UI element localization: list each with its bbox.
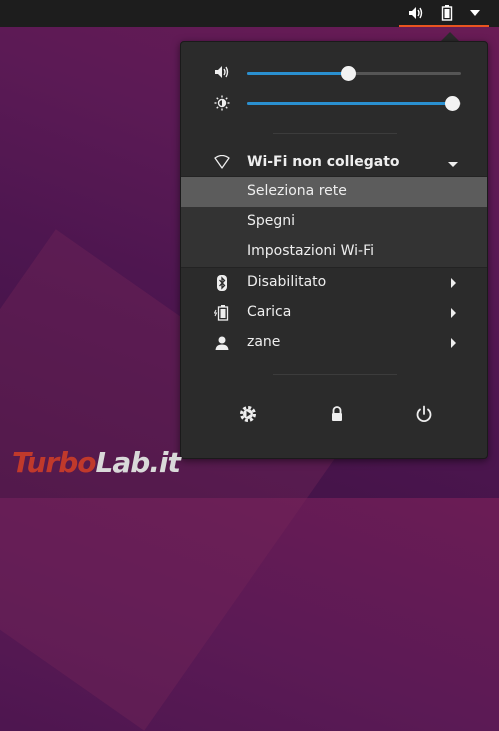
wifi-turn-off-item[interactable]: Spegni <box>181 207 487 237</box>
battery-icon[interactable] <box>441 4 453 21</box>
watermark-part1: Turbo <box>12 446 97 479</box>
top-bar <box>0 0 499 27</box>
brightness-slider-knob[interactable] <box>445 96 461 111</box>
wifi-label: Wi-Fi non collegato <box>247 154 400 170</box>
user-icon <box>214 335 230 351</box>
volume-slider-row <box>181 61 487 85</box>
settings-button[interactable] <box>238 404 260 426</box>
brightness-slider-fill <box>247 102 453 105</box>
battery-label: Carica <box>247 304 292 320</box>
volume-slider-knob[interactable] <box>340 66 356 81</box>
power-button[interactable] <box>414 404 436 426</box>
chevron-down-icon <box>448 157 458 173</box>
power-icon <box>414 405 434 428</box>
lock-button[interactable] <box>327 404 349 426</box>
separator <box>273 133 397 134</box>
battery-row[interactable]: Carica <box>181 298 487 328</box>
speaker-icon[interactable] <box>408 6 424 20</box>
system-menu: Wi-Fi non collegato Seleziona rete Spegn… <box>180 41 488 459</box>
wifi-submenu: Seleziona rete Spegni Impostazioni Wi-Fi <box>181 176 487 268</box>
dropdown-triangle-icon[interactable] <box>470 9 481 16</box>
chevron-right-icon <box>448 277 458 293</box>
lock-icon <box>327 406 347 428</box>
menu-item-label: Impostazioni Wi-Fi <box>247 243 374 259</box>
wifi-row[interactable]: Wi-Fi non collegato <box>181 148 487 178</box>
brightness-slider[interactable] <box>247 96 461 111</box>
menu-item-label: Spegni <box>247 213 296 229</box>
watermark-logo: TurboLab.it <box>12 446 181 479</box>
volume-slider[interactable] <box>247 66 461 81</box>
menu-item-label: Seleziona rete <box>247 183 347 199</box>
bluetooth-row[interactable]: Disabilitato <box>181 268 487 298</box>
wifi-select-network-item[interactable]: Seleziona rete <box>181 177 487 207</box>
speaker-icon <box>214 65 230 83</box>
brightness-slider-row <box>181 91 487 115</box>
bluetooth-icon <box>214 275 230 291</box>
chevron-right-icon <box>448 307 458 323</box>
system-tray[interactable] <box>399 0 489 27</box>
watermark-part2: Lab.it <box>95 446 181 479</box>
chevron-right-icon <box>448 337 458 353</box>
user-row[interactable]: zane <box>181 328 487 358</box>
user-label: zane <box>247 334 281 350</box>
wifi-icon <box>214 154 230 171</box>
separator <box>273 374 397 375</box>
wifi-settings-item[interactable]: Impostazioni Wi-Fi <box>181 237 487 267</box>
brightness-icon <box>214 95 230 115</box>
bluetooth-label: Disabilitato <box>247 274 327 290</box>
volume-slider-fill <box>247 72 348 75</box>
settings-icon <box>238 406 258 428</box>
battery-charging-icon <box>213 305 230 321</box>
